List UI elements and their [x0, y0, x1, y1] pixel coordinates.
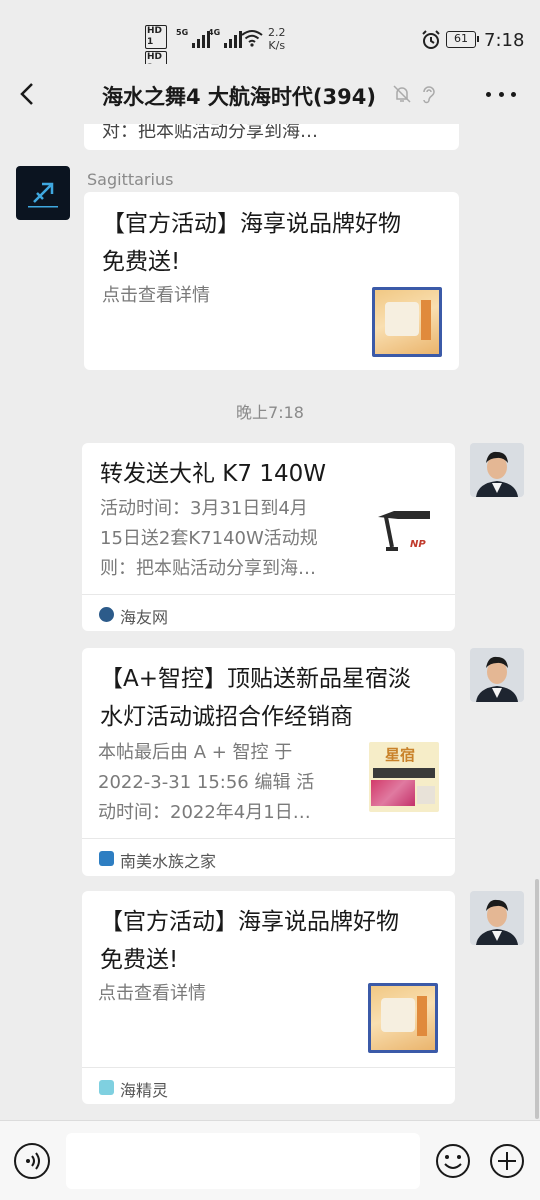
card-title-line1: 【官方活动】海享说品牌好物 [100, 909, 399, 935]
card-title: 转发送大礼 K7 140W [100, 461, 326, 487]
card-description-line2: 2022-3-31 15:56 编辑 活 [98, 772, 315, 793]
card-description: 点击查看详情 [102, 285, 210, 306]
chat-title: 海水之舞4 大航海时代(394) [102, 85, 376, 109]
net2-label: 4G [208, 28, 221, 37]
sender-name: Sagittarius [87, 170, 174, 189]
battery-icon: 61 [446, 31, 479, 48]
speed-value: 2.2 [268, 26, 286, 39]
thumbnail-title: 星宿 [385, 746, 416, 764]
card-thumbnail: NP [372, 503, 438, 569]
haijingling-icon [99, 1080, 114, 1095]
more-icon[interactable] [486, 86, 516, 102]
avatar-self[interactable] [470, 648, 524, 702]
time-divider: 晚上7:18 [236, 403, 304, 422]
voice-icon[interactable] [14, 1143, 50, 1179]
card-description: 对：把本贴活动分享到海… [102, 124, 318, 142]
net1-label: 5G [176, 28, 189, 37]
speed-unit: K/s [268, 39, 286, 52]
signal-icon: 5G [176, 28, 211, 48]
card-description-line1: 本帖最后由 A + 智控 于 [98, 742, 293, 763]
card-description-line1: 活动时间：3月31日到4月 [100, 498, 308, 519]
haiyou-icon [99, 607, 114, 622]
card-thumbnail [372, 287, 442, 357]
message-card-partial[interactable]: 对：把本贴活动分享到海… [84, 124, 459, 150]
thumbnail-brand: NP [410, 539, 426, 550]
back-icon[interactable] [14, 80, 42, 108]
card-source: 南美水族之家 [82, 838, 455, 878]
message-card[interactable]: 【A+智控】顶贴送新品星宿淡 水灯活动诚招合作经销商 本帖最后由 A + 智控 … [82, 648, 455, 876]
card-title-line2: 水灯活动诚招合作经销商 [100, 704, 353, 730]
chat-area[interactable]: 对：把本贴活动分享到海… Sagittarius 【官方活动】海享说品牌好物 免… [0, 124, 540, 1120]
avatar-self[interactable] [470, 443, 524, 497]
plus-icon[interactable] [489, 1143, 525, 1179]
message-input[interactable] [66, 1133, 420, 1189]
card-description-line2: 15日送2套K7140W活动规 [100, 528, 318, 549]
source-label: 海友网 [120, 608, 169, 627]
ear-icon [423, 86, 435, 104]
alarm-icon [422, 30, 440, 49]
card-title-line1: 【官方活动】海享说品牌好物 [102, 211, 401, 237]
scrollbar[interactable] [535, 879, 539, 1119]
signal-icon: 4G [208, 28, 243, 48]
card-thumbnail [368, 983, 438, 1053]
message-card[interactable]: 【官方活动】海享说品牌好物 免费送! 点击查看详情 [84, 192, 459, 370]
card-thumbnail: 星宿 [369, 742, 439, 812]
message-card[interactable]: 【官方活动】海享说品牌好物 免费送! 点击查看详情 海精灵 [82, 891, 455, 1104]
source-label: 海精灵 [120, 1081, 169, 1100]
card-description-line3: 动时间：2022年4月1日… [98, 802, 311, 823]
message-card[interactable]: 转发送大礼 K7 140W 活动时间：3月31日到4月 15日送2套K7140W… [82, 443, 455, 631]
chat-header: 海水之舞4 大航海时代(394) [0, 64, 540, 124]
card-title-line2: 免费送! [100, 947, 179, 973]
nanmei-icon [99, 851, 114, 866]
card-description-line3: 则：把本贴活动分享到海… [100, 558, 316, 579]
card-source: 海友网 [82, 594, 455, 634]
status-bar: HD 1 HD 2 5G 4G 2.2 K/s 61 7:18 [0, 0, 540, 75]
mute-icon [393, 85, 411, 103]
emoji-icon[interactable] [435, 1143, 471, 1179]
input-bar [0, 1120, 540, 1200]
card-title-line2: 免费送! [102, 249, 181, 275]
avatar-self[interactable] [470, 891, 524, 945]
avatar-sagittarius[interactable] [16, 166, 70, 220]
hd1-label: HD 1 [145, 25, 167, 49]
status-time: 7:18 [484, 30, 525, 51]
source-label: 南美水族之家 [120, 852, 217, 871]
card-description: 点击查看详情 [98, 983, 206, 1004]
card-source: 海精灵 [82, 1067, 455, 1107]
card-title-line1: 【A+智控】顶贴送新品星宿淡 [100, 666, 412, 692]
network-speed: 2.2 K/s [268, 26, 286, 52]
wifi-icon [241, 30, 263, 47]
